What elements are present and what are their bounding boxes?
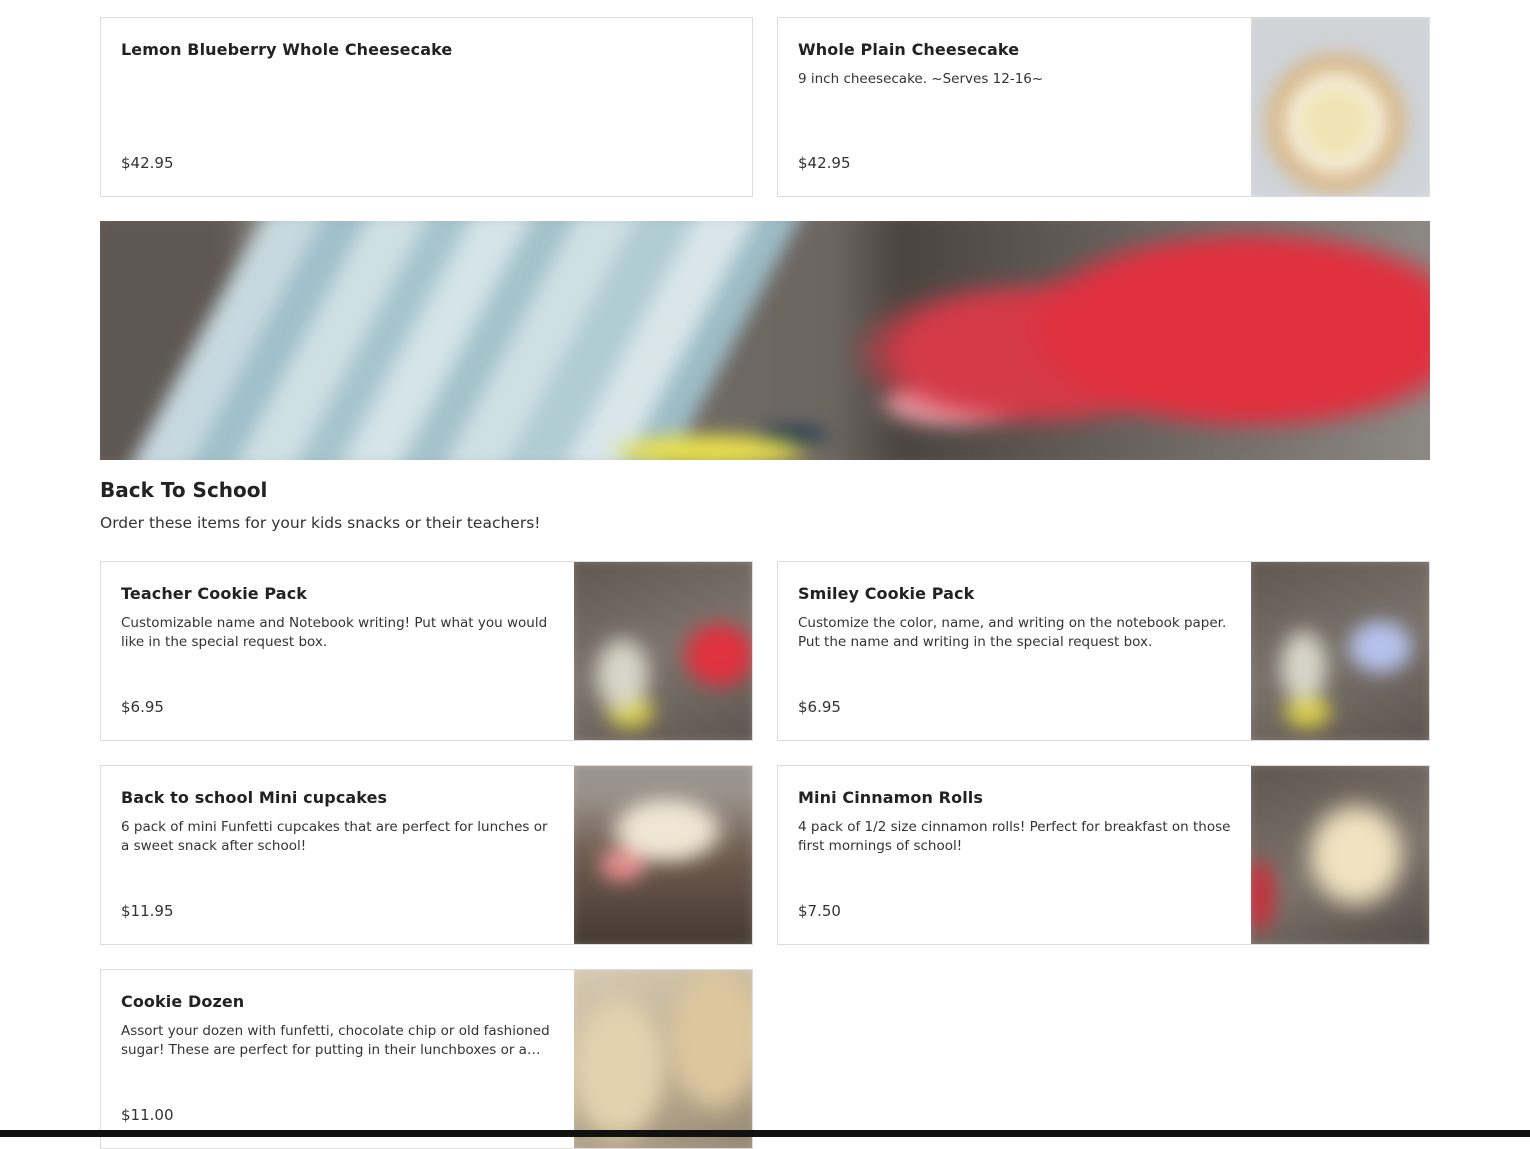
item-image (1251, 18, 1429, 196)
item-price: $11.00 (121, 1106, 174, 1124)
section-banner-image (100, 221, 1430, 460)
item-image (574, 562, 752, 740)
item-image (1251, 562, 1429, 740)
menu-item-card[interactable]: Mini Cinnamon Rolls 4 pack of 1/2 size c… (777, 765, 1430, 945)
item-description: Customize the color, name, and writing o… (798, 615, 1227, 650)
item-description: 6 pack of mini Funfetti cupcakes that ar… (121, 819, 548, 854)
menu-item-card[interactable]: Whole Plain Cheesecake 9 inch cheesecake… (777, 17, 1430, 197)
item-name: Cookie Dozen (121, 992, 245, 1011)
item-description: Customizable name and Notebook writing! … (121, 615, 548, 650)
menu-item-card[interactable]: Smiley Cookie Pack Customize the color, … (777, 561, 1430, 741)
item-price: $42.95 (798, 154, 851, 172)
item-image (1251, 766, 1429, 944)
item-description: 4 pack of 1/2 size cinnamon rolls! Perfe… (798, 819, 1231, 854)
item-image (574, 766, 752, 944)
item-name: Lemon Blueberry Whole Cheesecake (121, 40, 453, 59)
section-description: Order these items for your kids snacks o… (100, 514, 541, 532)
menu-item-card[interactable]: Lemon Blueberry Whole Cheesecake $42.95 (100, 17, 753, 197)
item-price: $42.95 (121, 154, 174, 172)
item-description: Assort your dozen with funfetti, chocola… (121, 1023, 550, 1058)
item-name: Teacher Cookie Pack (121, 584, 308, 603)
bottom-bar (0, 1130, 1530, 1137)
item-price: $7.50 (798, 902, 841, 920)
item-name: Mini Cinnamon Rolls (798, 788, 983, 807)
menu-item-card[interactable]: Cookie Dozen Assort your dozen with funf… (100, 969, 753, 1149)
section-title: Back To School (100, 478, 268, 502)
item-image (574, 970, 752, 1148)
menu-item-card[interactable]: Back to school Mini cupcakes 6 pack of m… (100, 765, 753, 945)
item-description: 9 inch cheesecake. ~Serves 12-16~ (798, 71, 1044, 87)
item-price: $11.95 (121, 902, 174, 920)
item-name: Back to school Mini cupcakes (121, 788, 388, 807)
item-price: $6.95 (121, 698, 164, 716)
item-name: Smiley Cookie Pack (798, 584, 975, 603)
item-price: $6.95 (798, 698, 841, 716)
item-name: Whole Plain Cheesecake (798, 40, 1020, 59)
menu-item-card[interactable]: Teacher Cookie Pack Customizable name an… (100, 561, 753, 741)
